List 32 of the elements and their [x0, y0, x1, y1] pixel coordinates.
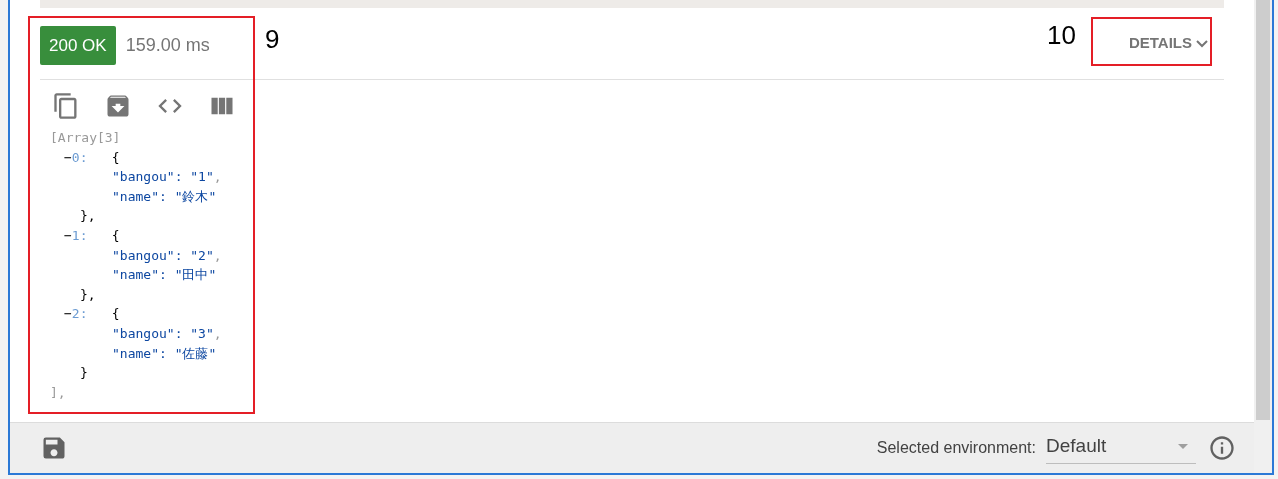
collapse-toggle[interactable]: −	[64, 225, 72, 246]
environment-label: Selected environment:	[876, 438, 1036, 458]
response-time: 159.00 ms	[125, 34, 210, 57]
array-index: 0:	[71, 148, 89, 167]
array-index: 1:	[71, 226, 89, 245]
callout-number: 10	[1047, 19, 1076, 52]
collapse-toggle[interactable]: −	[64, 147, 72, 168]
json-property: "name": "鈴木"	[112, 188, 217, 204]
environment-select[interactable]: Default	[1046, 431, 1196, 465]
array-index: 2:	[71, 305, 89, 324]
json-property: "name": "田中"	[112, 267, 217, 283]
close-brace: },	[80, 286, 96, 302]
scrollbar[interactable]	[1256, 0, 1270, 420]
info-icon[interactable]	[1208, 434, 1236, 462]
callout-number: 9	[265, 23, 280, 56]
copy-icon[interactable]	[52, 92, 80, 120]
details-button[interactable]: DETAILS	[1128, 32, 1208, 55]
json-property: "bangou": "1",	[112, 169, 222, 185]
dropdown-caret-icon	[1178, 443, 1188, 449]
chevron-icon	[1196, 39, 1208, 48]
json-property: "bangou": "2",	[112, 247, 222, 263]
array-close: ],	[50, 384, 66, 400]
open-brace: {	[111, 148, 120, 167]
close-brace: }	[80, 365, 88, 381]
json-property: "bangou": "3",	[112, 325, 222, 341]
status-badge: 200 OK	[40, 25, 116, 66]
json-property: "name": "佐藤"	[112, 345, 217, 361]
collapse-toggle[interactable]: −	[64, 304, 72, 324]
open-brace: {	[111, 226, 120, 245]
open-brace: {	[111, 305, 120, 324]
array-label: [Array[3]	[50, 130, 121, 145]
close-brace: },	[80, 208, 96, 224]
